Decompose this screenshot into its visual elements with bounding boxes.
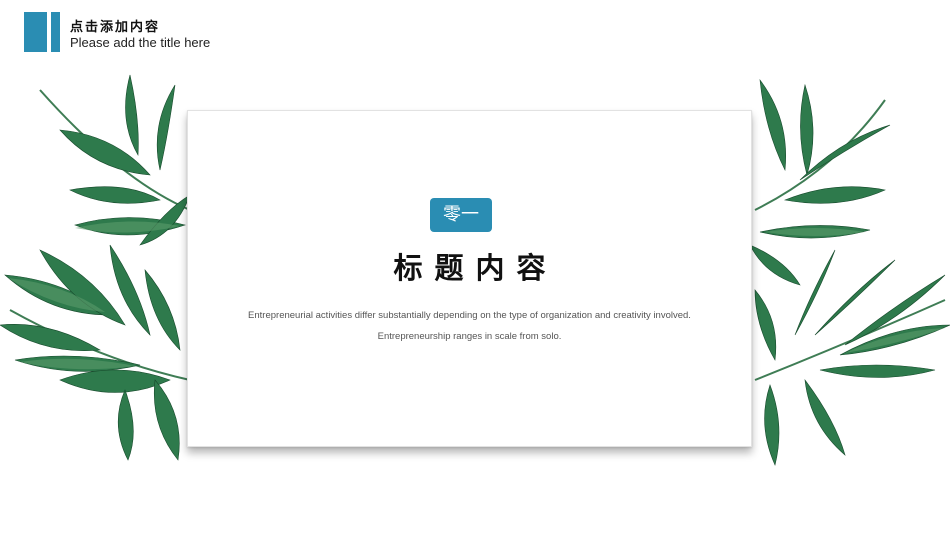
- accent-bar-wide: [24, 12, 47, 52]
- right-leaf-branch-image: [749, 78, 950, 466]
- section-title[interactable]: 标题内容: [188, 245, 751, 287]
- section-description[interactable]: Entrepreneurial activities differ substa…: [248, 305, 691, 347]
- left-leaf-branch-image: [0, 74, 191, 461]
- section-number-badge[interactable]: 零一: [430, 198, 492, 232]
- accent-bar-narrow: [51, 12, 60, 52]
- header-title[interactable]: 点击添加内容: [70, 16, 160, 35]
- content-card: 零一 标题内容 Entrepreneurial activities diffe…: [187, 110, 752, 447]
- header-accent-bars: [24, 12, 60, 52]
- header-subtitle[interactable]: Please add the title here: [70, 35, 210, 50]
